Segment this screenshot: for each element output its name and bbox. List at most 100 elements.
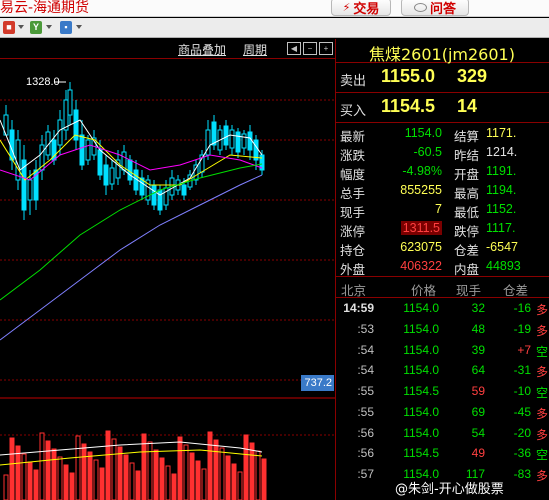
ask-volume: 329 <box>457 66 488 86</box>
tick-time: :54 <box>357 342 374 357</box>
overlay-link[interactable]: 商品叠加 <box>178 41 226 58</box>
stat-value: 7 <box>435 202 442 216</box>
candle-body <box>223 125 229 146</box>
volume-bar <box>51 448 57 500</box>
volume-bar <box>117 446 123 500</box>
chevron-down-icon[interactable] <box>46 25 52 29</box>
blue-tool-icon[interactable]: ▪ <box>60 21 72 34</box>
ticks-header-price: 价格 <box>411 283 437 298</box>
stat-row: 现手 7 最低 1152. <box>336 200 549 220</box>
ask-label: 卖出 <box>340 74 367 89</box>
chat-bubble-icon <box>413 2 427 12</box>
ma-line <box>0 174 263 341</box>
tick-price: 1154.0 <box>403 321 439 336</box>
candle-body <box>79 134 85 166</box>
candle-body <box>181 184 187 196</box>
volume-bar <box>81 443 87 500</box>
tick-price: 1154.0 <box>403 342 439 357</box>
volume-bar <box>111 438 117 500</box>
volume-bar <box>255 450 261 500</box>
candle-body <box>157 189 163 211</box>
volume-bar <box>3 474 9 500</box>
stat-value: -4.98% <box>402 164 442 178</box>
bid-volume: 14 <box>457 96 478 116</box>
chart-nav-buttons: ◀ − + <box>287 42 333 55</box>
period-link[interactable]: 周期 <box>243 41 267 58</box>
volume-bar <box>189 452 195 500</box>
tick-diff: +7 <box>517 342 531 357</box>
candle-body <box>9 129 15 161</box>
tick-time: :55 <box>357 384 374 398</box>
tick-qty: 69 <box>471 404 485 419</box>
ticks-header: 北京 价格 现手 仓差 <box>336 277 549 298</box>
kline-chart[interactable]: 1328.0 <box>0 60 335 500</box>
volume-bar <box>21 453 27 500</box>
volume-bar <box>183 444 189 500</box>
candle-body <box>127 159 133 181</box>
tick-row: :55 1154.0 69 -45 多 <box>336 402 549 423</box>
tick-time: :54 <box>357 363 374 378</box>
volume-bar <box>87 451 93 500</box>
tick-time: :56 <box>357 446 374 461</box>
tick-list[interactable]: 14:59 1154.0 32 -16 多:53 1154.0 48 -19 多:54 1154.… <box>336 298 549 485</box>
volume-bar <box>237 471 243 500</box>
red-tool-icon[interactable]: ■ <box>3 21 15 34</box>
candle-body <box>97 149 103 176</box>
tick-qty: 64 <box>471 363 485 378</box>
trade-button[interactable]: ⚡ 交易 <box>331 0 391 17</box>
candle-body <box>103 164 109 186</box>
tick-qty: 48 <box>471 321 485 336</box>
volume-bar <box>123 454 129 500</box>
candle-body <box>151 184 157 206</box>
tick-diff: -10 <box>513 384 531 398</box>
volume-bar <box>225 455 231 500</box>
scroll-left-icon[interactable]: ◀ <box>287 42 301 55</box>
quote-stats: 最新 1154.0 结算 1171. 涨跌 -60.5 昨结 1214. 幅度 -4.98% 开盘 1… <box>336 123 549 277</box>
tick-diff: -45 <box>513 404 531 419</box>
volume-bar <box>33 469 39 500</box>
trade-button-label: 交易 <box>353 1 380 17</box>
tick-kind: 空 <box>536 344 549 359</box>
ask-row[interactable]: 卖出 1155.0 329 <box>336 63 549 93</box>
stat-value: 1191. <box>486 164 517 178</box>
stat-value: 1154.0 <box>404 126 442 140</box>
volume-bar <box>69 472 75 500</box>
volume-bar <box>93 459 99 500</box>
candle-body <box>241 133 247 149</box>
chevron-down-icon[interactable] <box>76 25 82 29</box>
bid-row[interactable]: 买入 1154.5 14 <box>336 93 549 123</box>
tick-row: :54 1154.0 39 +7 空 <box>336 340 549 361</box>
stat-value: 406322 <box>400 259 442 273</box>
stat-value: -6547 <box>486 240 518 254</box>
candle-body <box>229 129 235 149</box>
zoom-in-icon[interactable]: + <box>319 42 333 55</box>
tick-time: :56 <box>357 425 374 440</box>
stat-value: 44893 <box>486 259 521 273</box>
stat-value: 1311.5 <box>400 221 442 235</box>
volume-bar <box>213 439 219 500</box>
tick-qty: 39 <box>471 342 485 357</box>
tick-time: :55 <box>357 404 374 419</box>
tick-qty: 54 <box>471 425 485 440</box>
axis-value-label: 737.2 <box>301 375 334 391</box>
tick-price: 1154.5 <box>403 384 439 398</box>
zoom-out-icon[interactable]: − <box>303 42 317 55</box>
volume-bar <box>75 435 81 500</box>
volume-bar <box>195 460 201 500</box>
volume-bar <box>27 461 33 500</box>
chevron-down-icon[interactable] <box>18 25 24 29</box>
stat-value: 623075 <box>400 240 442 254</box>
stat-row: 持仓 623075 仓差 -6547 <box>336 238 549 258</box>
green-y-icon[interactable]: Y <box>30 21 42 34</box>
stat-value: 1152. <box>486 202 517 216</box>
ask-button[interactable]: 问答 <box>401 0 469 17</box>
tick-kind: 多 <box>536 406 549 421</box>
candle-body <box>247 131 253 151</box>
candle-body <box>85 139 91 161</box>
volume-bar <box>231 463 237 500</box>
tick-diff: -31 <box>513 363 531 378</box>
volume-bar <box>45 440 51 500</box>
stat-row: 涨跌 -60.5 昨结 1214. <box>336 143 549 163</box>
volume-bar <box>99 467 105 500</box>
volume-bar <box>177 436 183 500</box>
